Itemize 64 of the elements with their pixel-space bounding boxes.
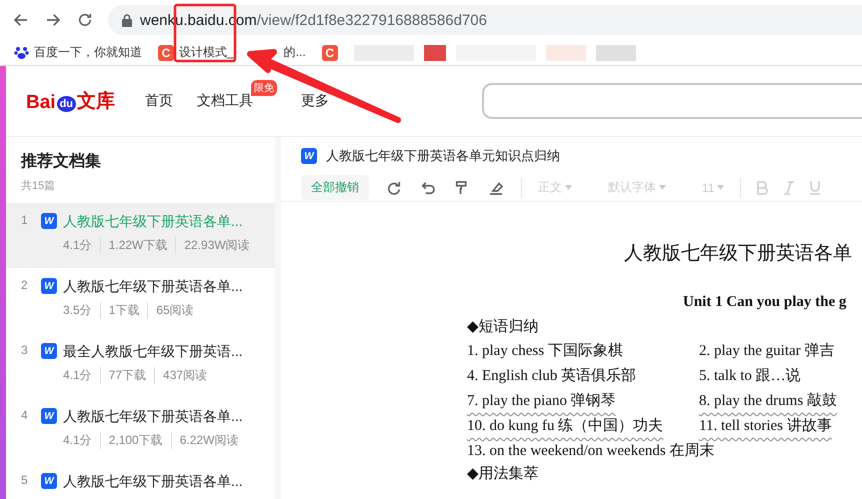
- phrase-text: 5. talk to 跟…说: [699, 366, 802, 386]
- item-title: 人教版七年级下册英语各单...: [63, 473, 244, 491]
- reload-icon[interactable]: [76, 11, 94, 29]
- item-stat: 1.22W下载: [100, 237, 176, 254]
- item-stat: 4.1分: [63, 367, 93, 384]
- word-doc-icon: W: [301, 148, 317, 164]
- phrase-text: 10. do kung fu 练（中国）功夫: [467, 416, 664, 436]
- free-badge: 限免: [251, 80, 278, 96]
- item-stat: 77下载: [100, 367, 154, 384]
- section-heading: ◆短语归纳: [467, 318, 540, 336]
- item-stat: 2,100下载: [100, 432, 171, 449]
- phrase-text: 7. play the piano 弹钢琴: [467, 392, 617, 411]
- document-item[interactable]: 1 W 人教版七年级下册英语各单... 4.1分 1.22W下载 22.93W阅读: [6, 203, 275, 268]
- item-index: 2: [21, 278, 29, 294]
- bookmark-label[interactable]: 百度一下，你就知道: [34, 44, 142, 61]
- item-stat: 1下载: [100, 302, 148, 319]
- phrase-text: 2. play the guitar 弹吉: [699, 342, 836, 361]
- caret-icon: [565, 185, 572, 190]
- bookmark-label[interactable]: 的...: [284, 44, 306, 61]
- url-path: /view/f2d1f8e3227916888586d706: [256, 12, 487, 28]
- document-title: 人教版七年级下册英语各单元知识点归纳: [326, 147, 560, 165]
- item-title: 人教版七年级下册英语各单...: [63, 213, 244, 231]
- nav-link[interactable]: 更多: [301, 92, 330, 110]
- phrase-text: 8. play the drums 敲鼓: [699, 392, 838, 411]
- item-stat: 22.93W阅读: [175, 237, 258, 254]
- item-stat: 3.5分: [63, 302, 93, 319]
- sidebar-title: 推荐文档集: [20, 151, 102, 172]
- item-title: 人教版七年级下册英语各单...: [63, 278, 244, 296]
- item-title: 最全人教版七年级下册英语...: [63, 343, 244, 361]
- blurred-bookmark: [596, 44, 636, 60]
- blurred-bookmark: [424, 44, 446, 60]
- item-stat: 6.22W阅读: [170, 432, 246, 449]
- caret-icon: [659, 185, 666, 190]
- item-title: 人教版七年级下册英语各单...: [63, 408, 244, 426]
- bookmark-label[interactable]: 设计模式_: [179, 44, 234, 61]
- word-doc-icon: W: [41, 343, 57, 359]
- item-stat: 4.1分: [63, 237, 93, 254]
- item-stat: 65阅读: [147, 302, 202, 319]
- item-index: 3: [21, 343, 29, 359]
- word-doc-icon: W: [41, 278, 57, 294]
- phrase-text: 1. play chess 下国际象棋: [467, 342, 624, 361]
- item-index: 5: [21, 473, 29, 489]
- document-heading: 人教版七年级下册英语各单: [623, 242, 853, 266]
- item-stat: 437阅读: [154, 367, 216, 384]
- caret-icon: [717, 185, 724, 190]
- document-count: 共15篇: [20, 179, 56, 194]
- word-doc-icon: W: [41, 408, 57, 424]
- paw-icon[interactable]: [14, 45, 29, 60]
- phrase-text: 13. on the weekend/on weekends 在周末: [467, 442, 716, 461]
- word-doc-icon: W: [41, 473, 57, 489]
- lock-icon: [122, 14, 132, 26]
- nav-link[interactable]: 首页: [145, 92, 174, 110]
- site-logo[interactable]: Bai du 文库: [26, 88, 116, 114]
- nav-link[interactable]: 文档工具: [197, 92, 254, 110]
- phrase-text: 11. tell stories 讲故事: [699, 416, 833, 436]
- blurred-bookmark: [546, 44, 586, 60]
- item-index: 4: [21, 408, 29, 424]
- item-stat: 4.1分: [63, 432, 93, 449]
- item-index: 1: [21, 213, 29, 229]
- unit-heading: Unit 1 Can you play the g: [682, 293, 848, 312]
- search-field[interactable]: [482, 83, 862, 119]
- phrase-text: 4. English club 英语俱乐部: [467, 366, 638, 386]
- word-doc-icon: W: [41, 213, 57, 229]
- section-heading: ◆用法集萃: [467, 464, 540, 483]
